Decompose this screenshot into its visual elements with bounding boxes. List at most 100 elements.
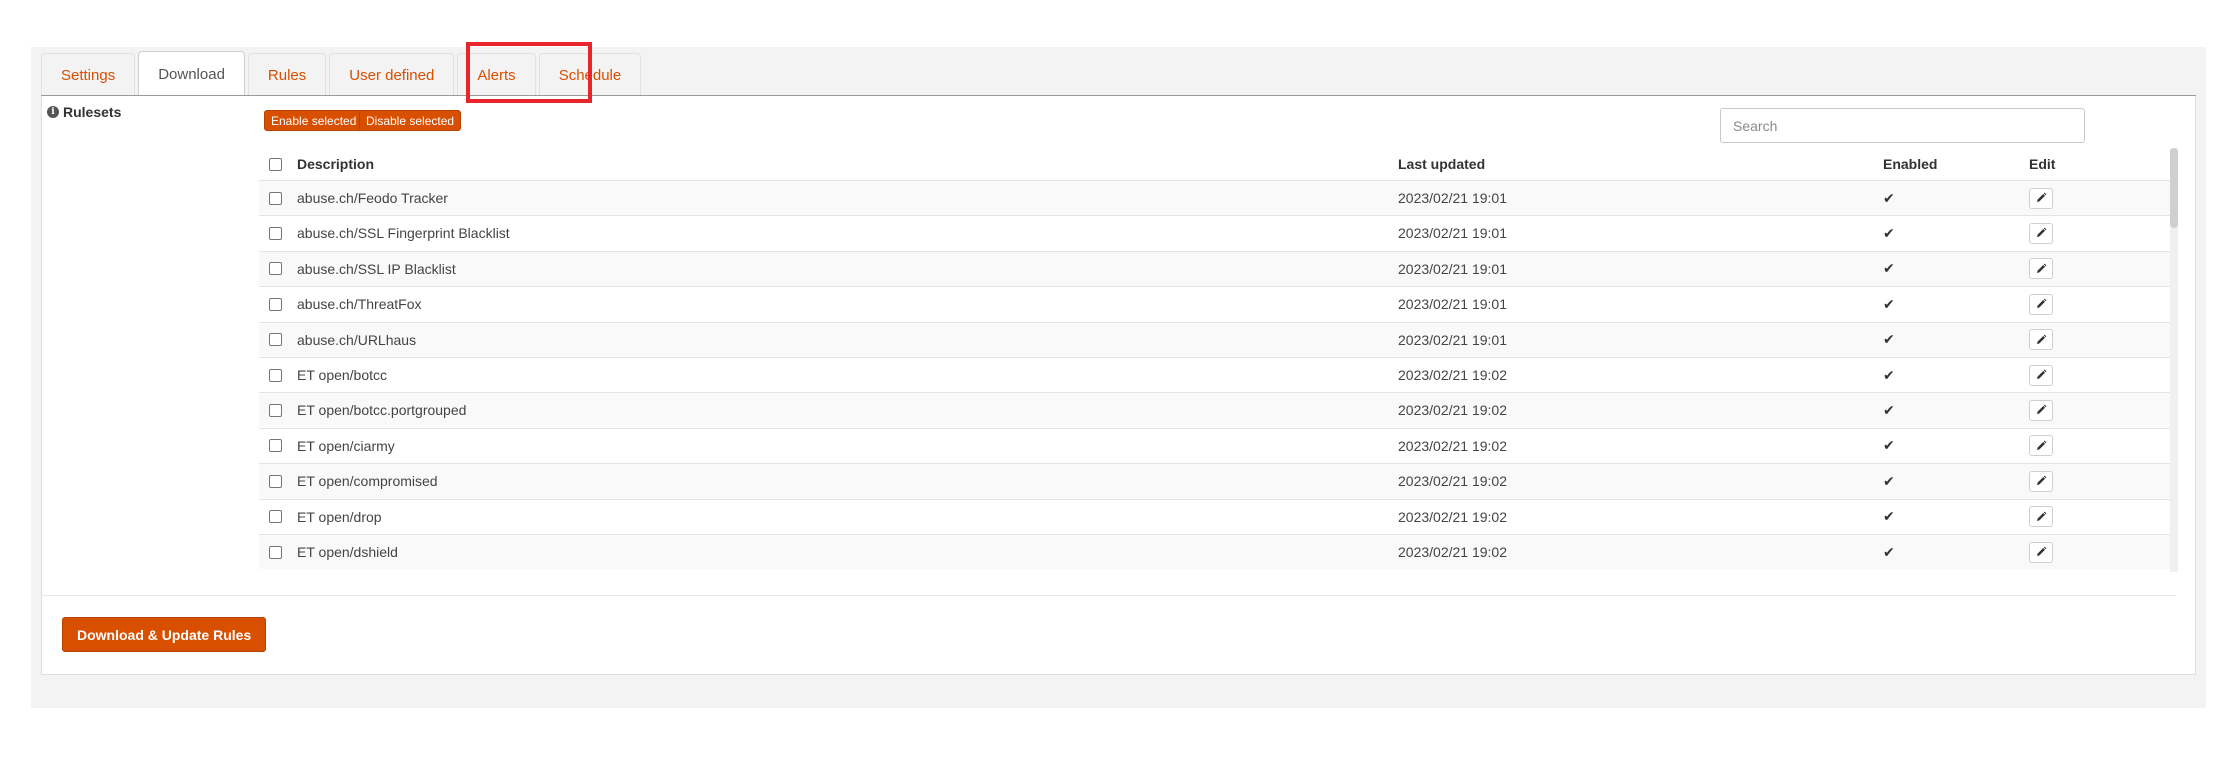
col-enabled[interactable]: Enabled — [1883, 148, 1937, 180]
row-select-cell — [269, 216, 282, 250]
edit-button[interactable] — [2029, 258, 2053, 280]
row-last-updated: 2023/02/21 19:01 — [1398, 331, 1507, 348]
edit-button[interactable] — [2029, 506, 2053, 528]
row-checkbox[interactable] — [269, 226, 282, 240]
select-all-cell — [269, 148, 282, 180]
tab-rules[interactable]: Rules — [247, 53, 327, 96]
row-checkbox[interactable] — [269, 439, 282, 453]
row-checkbox[interactable] — [269, 333, 282, 347]
row-enabled[interactable]: ✔ — [1883, 500, 1895, 534]
row-last-updated: 2023/02/21 19:01 — [1398, 190, 1507, 206]
pencil-icon — [2037, 475, 2047, 486]
row-enabled[interactable]: ✔ — [1883, 252, 1895, 286]
row-checkbox[interactable] — [269, 510, 282, 524]
edit-button[interactable] — [2029, 364, 2053, 386]
rulesets-label: i Rulesets — [47, 104, 121, 120]
edit-button[interactable] — [2029, 329, 2053, 351]
row-enabled[interactable]: ✔ — [1883, 464, 1895, 498]
row-edit-cell — [2029, 287, 2053, 321]
check-icon: ✔ — [1883, 331, 1895, 348]
row-select-cell — [269, 429, 282, 463]
row-edit-cell — [2029, 216, 2053, 250]
row-description: abuse.ch/ThreatFox — [297, 296, 422, 313]
row-description: abuse.ch/Feodo Tracker — [297, 190, 448, 206]
pencil-icon — [2037, 440, 2047, 450]
row-select-cell — [269, 252, 282, 286]
row-edit-cell — [2029, 181, 2053, 215]
row-last-updated: 2023/02/21 19:02 — [1398, 508, 1507, 525]
pencil-icon — [2037, 192, 2047, 202]
row-enabled[interactable]: ✔ — [1883, 358, 1895, 392]
edit-button[interactable] — [2029, 435, 2053, 457]
row-checkbox[interactable] — [269, 368, 282, 382]
table-row[interactable]: ET open/drop 2023/02/21 19:02 ✔ — [259, 498, 2174, 534]
row-edit-cell — [2029, 429, 2053, 463]
footer-divider — [41, 595, 2176, 596]
row-enabled[interactable]: ✔ — [1883, 216, 1895, 250]
row-description: ET open/ciarmy — [297, 437, 395, 454]
edit-button[interactable] — [2029, 222, 2053, 244]
col-description[interactable]: Description — [297, 148, 374, 180]
table-scrollbar[interactable] — [2170, 148, 2178, 572]
tab-download[interactable]: Download — [138, 51, 245, 96]
edit-button[interactable] — [2029, 187, 2053, 209]
table-row[interactable]: abuse.ch/Feodo Tracker 2023/02/21 19:01 ✔ — [259, 180, 2174, 215]
check-icon: ✔ — [1883, 437, 1895, 454]
tab-alerts[interactable]: Alerts — [457, 53, 536, 96]
row-checkbox[interactable] — [269, 474, 282, 488]
table-row[interactable]: abuse.ch/SSL IP Blacklist 2023/02/21 19:0… — [259, 250, 2174, 286]
row-last-updated: 2023/02/21 19:01 — [1398, 260, 1507, 277]
table-row[interactable]: abuse.ch/URLhaus 2023/02/21 19:01 ✔ — [259, 321, 2174, 357]
row-checkbox[interactable] — [269, 403, 282, 417]
table-row[interactable]: abuse.ch/ThreatFox 2023/02/21 19:01 ✔ — [259, 286, 2174, 321]
row-description: ET open/dshield — [297, 544, 398, 560]
edit-button[interactable] — [2029, 293, 2053, 315]
table-row[interactable]: ET open/botcc 2023/02/21 19:02 ✔ — [259, 357, 2174, 392]
check-icon: ✔ — [1883, 543, 1895, 560]
row-edit-cell — [2029, 500, 2053, 534]
edit-button[interactable] — [2029, 399, 2053, 421]
tab-schedule[interactable]: Schedule — [538, 53, 642, 96]
pencil-icon — [2037, 263, 2047, 273]
row-enabled[interactable]: ✔ — [1883, 287, 1895, 321]
row-description: ET open/botcc — [297, 367, 388, 383]
pencil-icon — [2037, 511, 2047, 521]
table-row[interactable]: abuse.ch/SSL Fingerprint Blacklist 2023/0… — [259, 215, 2174, 250]
edit-button[interactable] — [2029, 470, 2053, 492]
table-row[interactable]: ET open/dshield 2023/02/21 19:02 ✔ — [259, 534, 2174, 569]
row-enabled[interactable]: ✔ — [1883, 429, 1895, 463]
check-icon: ✔ — [1883, 260, 1895, 277]
row-enabled[interactable]: ✔ — [1883, 535, 1895, 569]
row-select-cell — [269, 535, 282, 569]
row-enabled[interactable]: ✔ — [1883, 393, 1895, 427]
row-enabled[interactable]: ✔ — [1883, 181, 1895, 215]
pencil-icon — [2037, 334, 2047, 344]
edit-button[interactable] — [2029, 541, 2053, 563]
select-all-checkbox[interactable] — [269, 157, 282, 171]
row-checkbox[interactable] — [269, 545, 282, 559]
scrollbar-thumb[interactable] — [2170, 148, 2178, 228]
row-last-updated: 2023/02/21 19:01 — [1398, 296, 1507, 313]
table-row[interactable]: ET open/botcc.portgrouped 2023/02/21 19:0… — [259, 392, 2174, 428]
row-enabled[interactable]: ✔ — [1883, 323, 1895, 357]
check-icon: ✔ — [1883, 366, 1895, 383]
enable-selected-button[interactable]: Enable selected — [264, 110, 364, 131]
row-checkbox[interactable] — [269, 262, 282, 276]
row-select-cell — [269, 464, 282, 498]
check-icon: ✔ — [1883, 189, 1895, 206]
pencil-icon — [2037, 298, 2047, 309]
col-last-updated[interactable]: Last updated — [1398, 148, 1485, 180]
row-select-cell — [269, 323, 282, 357]
row-select-cell — [269, 393, 282, 427]
search-input[interactable] — [1720, 108, 2085, 143]
table-row[interactable]: ET open/compromised 2023/02/21 19:02 ✔ — [259, 463, 2174, 499]
tab-user-defined[interactable]: User defined — [329, 53, 455, 96]
row-description: ET open/compromised — [297, 473, 438, 490]
row-checkbox[interactable] — [269, 191, 282, 205]
rulesets-title: Rulesets — [63, 104, 122, 120]
download-update-rules-button[interactable]: Download & Update Rules — [62, 617, 267, 652]
disable-selected-button[interactable]: Disable selected — [359, 110, 462, 131]
tab-settings[interactable]: Settings — [41, 53, 136, 96]
row-checkbox[interactable] — [269, 297, 282, 311]
table-row[interactable]: ET open/ciarmy 2023/02/21 19:02 ✔ — [259, 427, 2174, 463]
